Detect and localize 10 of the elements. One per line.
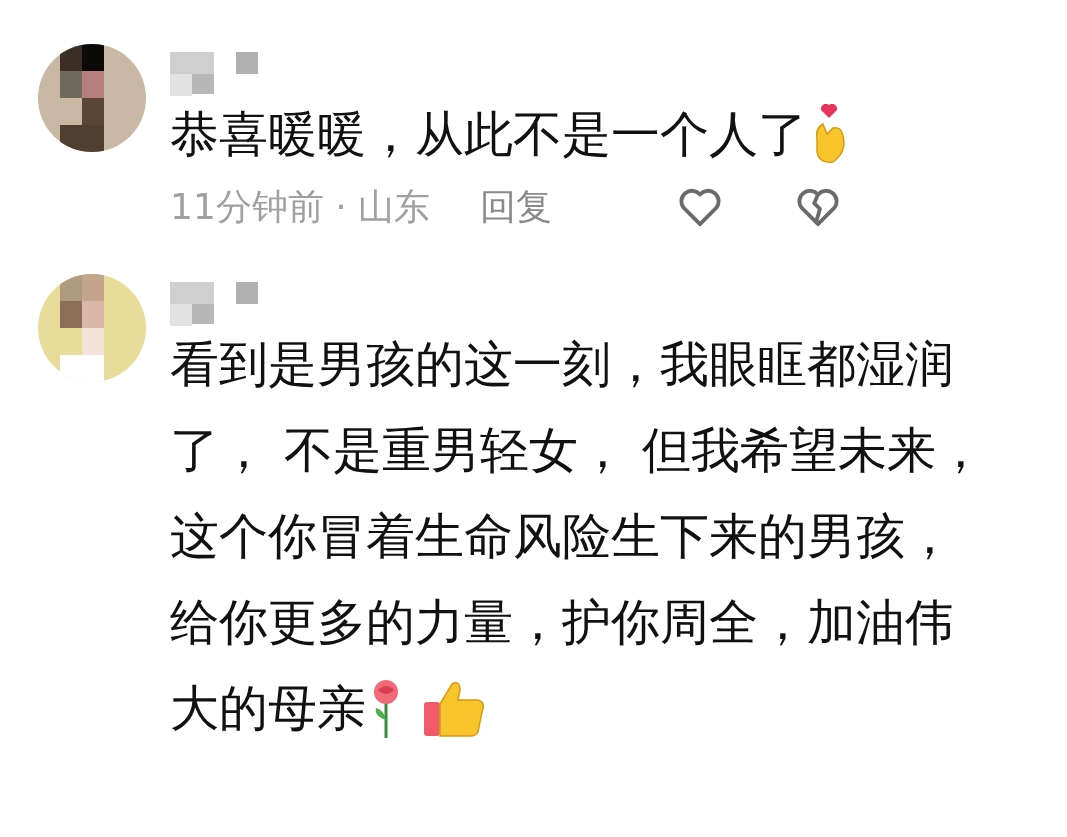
heart-icon[interactable]	[677, 186, 723, 228]
broken-heart-icon[interactable]	[795, 186, 841, 228]
reply-button[interactable]: 回复	[480, 180, 553, 234]
comment-text-line: 给你更多的力量，护你周全，加油伟	[170, 593, 954, 653]
comment-text-line: 这个你冒着生命风险生下来的男孩，	[170, 507, 954, 567]
comment-text-line: 恭喜暖暖，从此不是一个人了	[170, 105, 807, 165]
comment-text-line: 了， 不是重男轻女， 但我希望未来，	[170, 421, 986, 481]
comment-time-location: 11分钟前 · 山东	[170, 185, 431, 229]
comment-text-line: 看到是男孩的这一刻，我眼眶都湿润	[170, 335, 954, 395]
comment-text-line: 大的母亲	[170, 679, 366, 739]
